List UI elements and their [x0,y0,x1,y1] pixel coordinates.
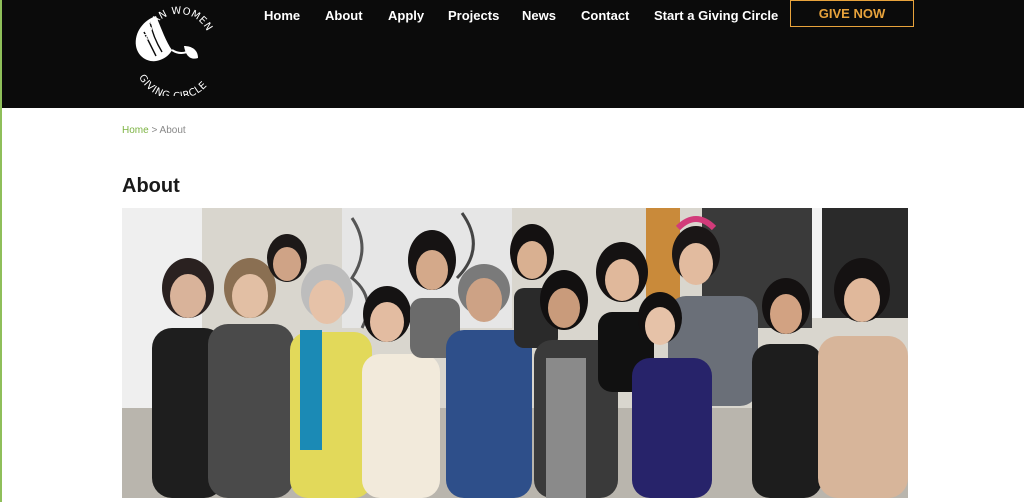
breadcrumb: Home > About [122,125,186,136]
svg-text:GIVING CIRCLE: GIVING CIRCLE [136,73,209,96]
nav-about[interactable]: About [325,8,363,23]
nav-apply[interactable]: Apply [388,8,424,23]
group-photo-image [122,208,908,498]
ginkgo-logo-icon: ASIAN WOMEN GIVING CIRCLE [135,6,214,102]
breadcrumb-home-link[interactable]: Home [122,125,149,136]
breadcrumb-separator: > [148,125,160,136]
nav-news[interactable]: News [522,8,556,23]
site-logo[interactable]: ASIAN WOMEN GIVING CIRCLE [126,2,226,102]
nav-start-giving-circle[interactable]: Start a Giving Circle [654,8,778,23]
page-title: About [122,175,180,197]
nav-contact[interactable]: Contact [581,8,629,23]
nav-home[interactable]: Home [264,8,300,23]
svg-text:ASIAN WOMEN: ASIAN WOMEN [140,6,214,41]
nav-projects[interactable]: Projects [448,8,499,23]
site-header: ASIAN WOMEN GIVING CIRCLE Home About App… [2,0,1024,108]
group-photo [122,208,908,498]
breadcrumb-current: About [159,125,186,136]
give-now-button[interactable]: GIVE NOW [790,0,914,27]
